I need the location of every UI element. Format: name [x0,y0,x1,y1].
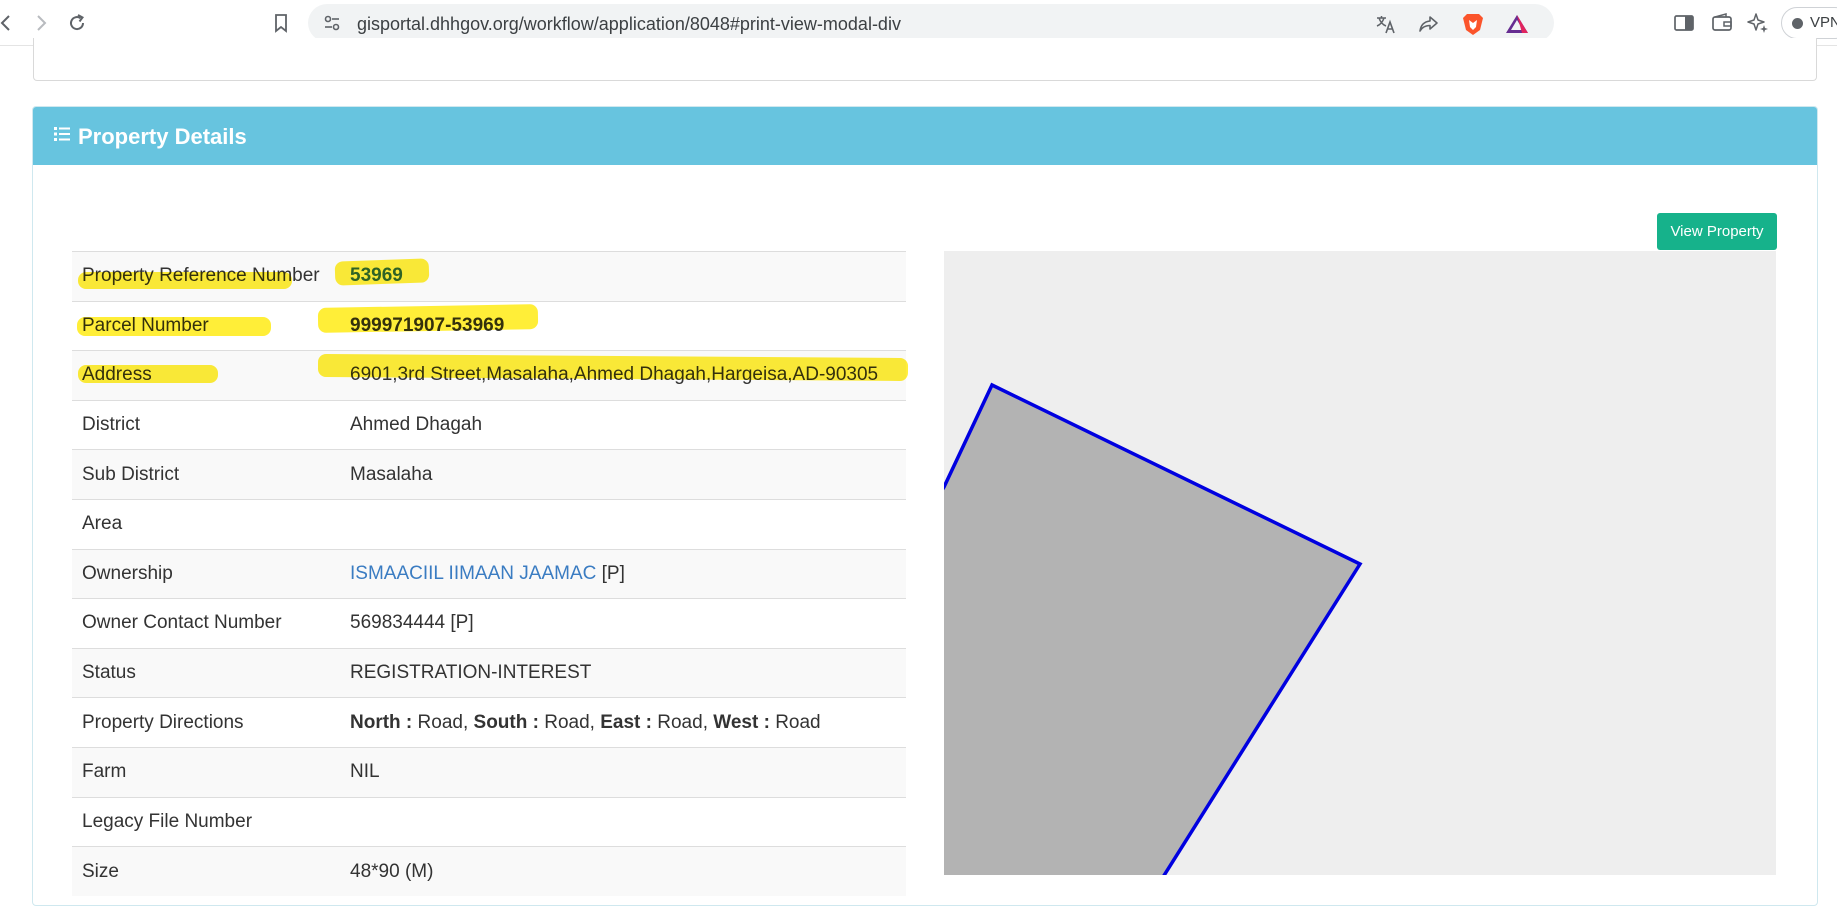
legacy-file-number-value [340,796,906,847]
direction-separator: : [527,711,545,733]
farm-value: NIL [340,746,906,798]
west-label: West [713,711,759,733]
direction-separator: : [400,711,418,733]
brave-rewards-icon[interactable] [1505,13,1528,33]
brave-shield-icon[interactable] [1462,12,1483,35]
url-text[interactable]: gisportal.dhhgov.org/workflow/applicatio… [357,14,901,35]
table-row-area: Area [72,498,906,550]
list-icon [53,125,71,143]
previous-panel [33,38,1817,81]
table-row-farm: Farm NIL [72,746,906,798]
north-value: Road [417,711,463,733]
wallet-icon[interactable] [1710,11,1736,37]
property-details-table: Property Reference Number 53969 Parcel N… [72,251,906,897]
size-label: Size [72,846,340,897]
table-row-size: Size 48*90 (M) [72,846,906,897]
table-row-sub-district: Sub District Masalaha [72,449,906,500]
east-value: Road [657,711,703,733]
property-directions-value: North : Road, South : Road, East : Road,… [340,697,906,748]
sub-district-label: Sub District [72,449,340,500]
leo-ai-icon[interactable] [1746,11,1772,37]
sub-district-value: Masalaha [340,449,906,500]
address-label: Address [72,350,340,401]
back-icon[interactable] [0,10,20,36]
direction-separator: : [640,711,658,733]
table-row-address: Address 6901,3rd Street,Masalaha,Ahmed D… [72,350,906,401]
address-value: 6901,3rd Street,Masalaha,Ahmed Dhagah,Ha… [340,350,906,401]
table-row-status: Status REGISTRATION-INTEREST [72,647,906,698]
farm-label: Farm [72,746,340,798]
area-value [340,498,906,550]
panel-title: Property Details [78,124,247,149]
sidebar-icon[interactable] [1672,11,1698,37]
district-value: Ahmed Dhagah [340,399,906,450]
forward-icon[interactable] [28,10,54,36]
parcel-number-value: 999971907-53969 [340,300,906,351]
property-reference-label: Property Reference Number [72,251,340,302]
bookmark-icon[interactable] [268,10,294,36]
north-label: North [350,711,401,733]
view-property-button[interactable]: View Property [1657,213,1777,250]
owner-type-tag: [P] [601,562,625,584]
address-bar[interactable]: gisportal.dhhgov.org/workflow/applicatio… [308,4,1554,42]
vpn-label: VPN [1810,14,1837,31]
table-row-property-directions: Property Directions North : Road, South … [72,697,906,748]
size-value: 48*90 (M) [340,846,906,897]
vpn-button[interactable]: VPN [1781,7,1837,39]
direction-separator: : [758,711,776,733]
status-value: REGISTRATION-INTEREST [340,647,906,698]
table-row-district: District Ahmed Dhagah [72,399,906,450]
parcel-map[interactable] [944,251,1776,875]
table-row-legacy-file-number: Legacy File Number [72,796,906,847]
panel-header: Property Details [33,107,1817,165]
parcel-map-canvas [944,382,1363,875]
legacy-file-number-label: Legacy File Number [72,796,340,847]
share-icon[interactable] [1418,13,1438,33]
south-value: Road [544,711,590,733]
table-row-parcel-number: Parcel Number 999971907-53969 [72,300,906,351]
owner-name-link[interactable]: ISMAACIIL IIMAAN JAAMAC [350,563,596,584]
table-row-ownership: Ownership ISMAACIIL IIMAAN JAAMAC [P] [72,548,906,599]
owner-contact-value: 569834444 [P] [340,598,906,649]
ownership-label: Ownership [72,548,340,599]
table-row-owner-contact: Owner Contact Number 569834444 [P] [72,598,906,649]
property-reference-link[interactable]: 53969 [350,265,403,286]
parcel-polygon[interactable] [944,382,1363,875]
reload-icon[interactable] [64,10,90,36]
west-value: Road [775,711,821,733]
area-label: Area [72,498,340,550]
site-info-icon[interactable] [322,13,342,33]
status-label: Status [72,647,340,698]
table-row-property-reference: Property Reference Number 53969 [72,251,906,302]
translate-icon[interactable] [1375,13,1395,34]
south-label: South [473,711,528,733]
district-label: District [72,399,340,450]
property-directions-label: Property Directions [72,697,340,748]
east-label: East [600,711,641,733]
owner-contact-label: Owner Contact Number [72,598,340,649]
parcel-number-label: Parcel Number [72,300,340,351]
